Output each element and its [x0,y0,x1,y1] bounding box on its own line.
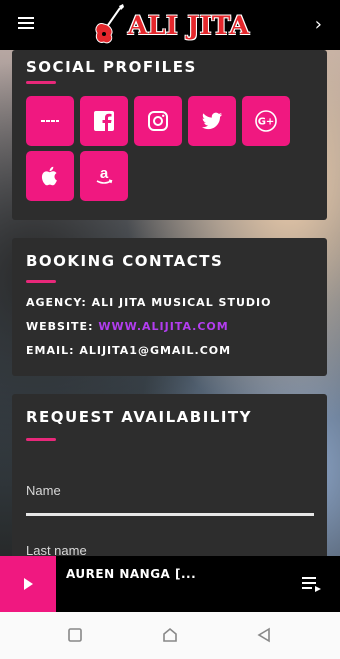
music-player-bar: AUREN NANGA [... [0,556,340,612]
website-row: WEBSITE: WWW.ALIJITA.COM [26,320,229,333]
social-profiles-card: SOCIAL PROFILES G+ a [12,50,327,220]
svg-text:G+: G+ [258,117,275,128]
agency-row: AGENCY: ALI JITA MUSICAL STUDIO [26,296,271,309]
google-plus-icon: G+ [255,110,277,132]
play-button[interactable] [0,556,56,612]
twitter-button[interactable] [188,96,236,146]
apple-button[interactable] [26,151,74,201]
social-profiles-title: SOCIAL PROFILES [26,58,197,76]
email-value[interactable]: ALIJITA1@GMAIL.COM [79,344,231,357]
booking-contacts-title: BOOKING CONTACTS [26,252,224,270]
title-accent-bar [26,81,56,84]
recent-apps-icon[interactable] [66,626,84,644]
facebook-button[interactable] [80,96,128,146]
dashes-button[interactable] [26,96,74,146]
playlist-icon[interactable] [302,576,322,592]
svg-text:a: a [100,165,109,182]
title-accent-bar [26,280,56,283]
request-availability-card: REQUEST AVAILABILITY Name Last name [12,394,327,574]
play-icon [24,578,33,590]
track-title[interactable]: AUREN NANGA [... [66,567,196,581]
brand-name: ALI JITA [128,10,250,40]
google-plus-button[interactable]: G+ [242,96,290,146]
name-field-label: Name [26,483,61,498]
amazon-icon: a [96,165,113,184]
twitter-icon [202,112,222,130]
apple-icon [41,166,57,186]
request-availability-title: REQUEST AVAILABILITY [26,408,253,426]
name-field[interactable] [26,513,314,516]
instagram-button[interactable] [134,96,182,146]
instagram-icon [148,111,168,131]
website-link[interactable]: WWW.ALIJITA.COM [98,320,228,333]
website-label: WEBSITE: [26,320,94,333]
email-row: EMAIL: ALIJITA1@GMAIL.COM [26,344,231,357]
amazon-button[interactable]: a [80,151,128,201]
top-app-bar: ALI JITA › [0,0,340,50]
back-icon[interactable] [255,626,273,644]
system-navigation-bar [0,612,340,659]
dashes-icon [41,120,59,122]
agency-label: AGENCY: [26,296,87,309]
hamburger-icon[interactable] [18,17,34,31]
email-label: EMAIL: [26,344,75,357]
facebook-icon [94,111,114,131]
agency-value: ALI JITA MUSICAL STUDIO [91,296,272,309]
social-buttons-grid: G+ a [26,96,316,201]
home-icon[interactable] [161,626,179,644]
brand-logo: ALI JITA [92,2,250,48]
booking-contacts-card: BOOKING CONTACTS AGENCY: ALI JITA MUSICA… [12,238,327,376]
chevron-right-icon[interactable]: › [315,14,322,35]
guitar-icon [95,4,124,44]
title-accent-bar [26,438,56,441]
